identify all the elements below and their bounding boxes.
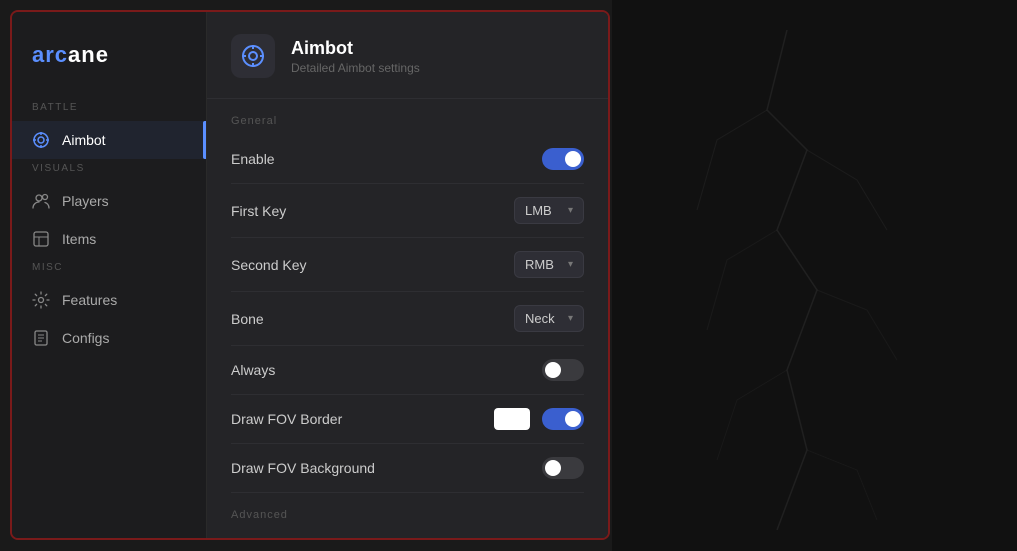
setting-control-draw-fov-background bbox=[542, 457, 584, 479]
setting-label-draw-fov-background: Draw FOV Background bbox=[231, 460, 375, 476]
sidebar-item-players[interactable]: Players bbox=[12, 182, 206, 220]
dropdown-second-key-value: RMB bbox=[525, 257, 554, 272]
settings-area: General Enable First Key LMB ▾ bbox=[207, 99, 608, 538]
features-label: Features bbox=[62, 292, 117, 308]
section-label-misc: MISC bbox=[12, 262, 206, 281]
page-title: Aimbot bbox=[291, 38, 420, 59]
main-window: arcane BATTLE Aimbot VISUALS bbox=[10, 10, 610, 540]
setting-control-second-key: RMB ▾ bbox=[514, 251, 584, 278]
app-logo: arcane bbox=[12, 32, 206, 98]
setting-label-draw-fov-border: Draw FOV Border bbox=[231, 411, 342, 427]
setting-label-first-key: First Key bbox=[231, 203, 286, 219]
aimbot-label: Aimbot bbox=[62, 132, 106, 148]
sidebar-item-items[interactable]: Items bbox=[12, 220, 206, 258]
setting-row-enable: Enable bbox=[231, 135, 584, 184]
dropdown-first-key-value: LMB bbox=[525, 203, 552, 218]
dropdown-bone[interactable]: Neck ▾ bbox=[514, 305, 584, 332]
logo-arc: arc bbox=[32, 42, 68, 67]
background-panel bbox=[612, 0, 1017, 551]
setting-control-first-key: LMB ▾ bbox=[514, 197, 584, 224]
aimbot-icon bbox=[32, 131, 50, 149]
page-subtitle: Detailed Aimbot settings bbox=[291, 61, 420, 75]
setting-row-second-key: Second Key RMB ▾ bbox=[231, 238, 584, 292]
configs-label: Configs bbox=[62, 330, 109, 346]
main-content: Aimbot Detailed Aimbot settings General … bbox=[207, 12, 608, 538]
toggle-knob-draw-fov-border bbox=[565, 411, 581, 427]
chevron-down-icon: ▾ bbox=[568, 205, 573, 216]
setting-row-first-key: First Key LMB ▾ bbox=[231, 184, 584, 238]
dropdown-second-key[interactable]: RMB ▾ bbox=[514, 251, 584, 278]
toggle-enable[interactable] bbox=[542, 148, 584, 170]
setting-row-draw-fov-background: Draw FOV Background bbox=[231, 444, 584, 493]
items-icon bbox=[32, 230, 50, 248]
header-text: Aimbot Detailed Aimbot settings bbox=[291, 38, 420, 75]
toggle-knob-always bbox=[545, 362, 561, 378]
setting-control-draw-fov-border bbox=[494, 408, 584, 430]
dropdown-first-key[interactable]: LMB ▾ bbox=[514, 197, 584, 224]
sidebar-item-features[interactable]: Features bbox=[12, 281, 206, 319]
crack-decoration-icon bbox=[637, 30, 937, 530]
setting-row-draw-fov-border: Draw FOV Border bbox=[231, 395, 584, 444]
chevron-down-icon-2: ▾ bbox=[568, 259, 573, 270]
toggle-draw-fov-background[interactable] bbox=[542, 457, 584, 479]
setting-row-smooth: Smooth 0 v bbox=[231, 529, 584, 538]
setting-label-bone: Bone bbox=[231, 311, 264, 327]
setting-control-enable bbox=[542, 148, 584, 170]
setting-label-second-key: Second Key bbox=[231, 257, 307, 273]
sidebar: arcane BATTLE Aimbot VISUALS bbox=[12, 12, 207, 538]
content-header: Aimbot Detailed Aimbot settings bbox=[207, 12, 608, 99]
section-label-visuals: VISUALS bbox=[12, 163, 206, 182]
setting-label-always: Always bbox=[231, 362, 275, 378]
setting-control-bone: Neck ▾ bbox=[514, 305, 584, 332]
features-icon bbox=[32, 291, 50, 309]
configs-icon bbox=[32, 329, 50, 347]
players-icon bbox=[32, 192, 50, 210]
toggle-always[interactable] bbox=[542, 359, 584, 381]
setting-row-bone: Bone Neck ▾ bbox=[231, 292, 584, 346]
setting-label-enable: Enable bbox=[231, 151, 275, 167]
players-label: Players bbox=[62, 193, 109, 209]
section-label-battle: BATTLE bbox=[12, 102, 206, 121]
setting-control-always bbox=[542, 359, 584, 381]
sidebar-item-configs[interactable]: Configs bbox=[12, 319, 206, 357]
toggle-knob-draw-fov-background bbox=[545, 460, 561, 476]
dropdown-bone-value: Neck bbox=[525, 311, 555, 326]
items-label: Items bbox=[62, 231, 96, 247]
sidebar-item-aimbot[interactable]: Aimbot bbox=[12, 121, 206, 159]
color-picker-fov-border[interactable] bbox=[494, 408, 530, 430]
setting-row-always: Always bbox=[231, 346, 584, 395]
toggle-draw-fov-border[interactable] bbox=[542, 408, 584, 430]
toggle-knob-enable bbox=[565, 151, 581, 167]
group-label-advanced: Advanced bbox=[231, 493, 584, 529]
group-label-general: General bbox=[231, 99, 584, 135]
logo-ane: ane bbox=[68, 42, 109, 67]
chevron-down-icon-3: ▾ bbox=[568, 313, 573, 324]
header-icon-aimbot bbox=[231, 34, 275, 78]
